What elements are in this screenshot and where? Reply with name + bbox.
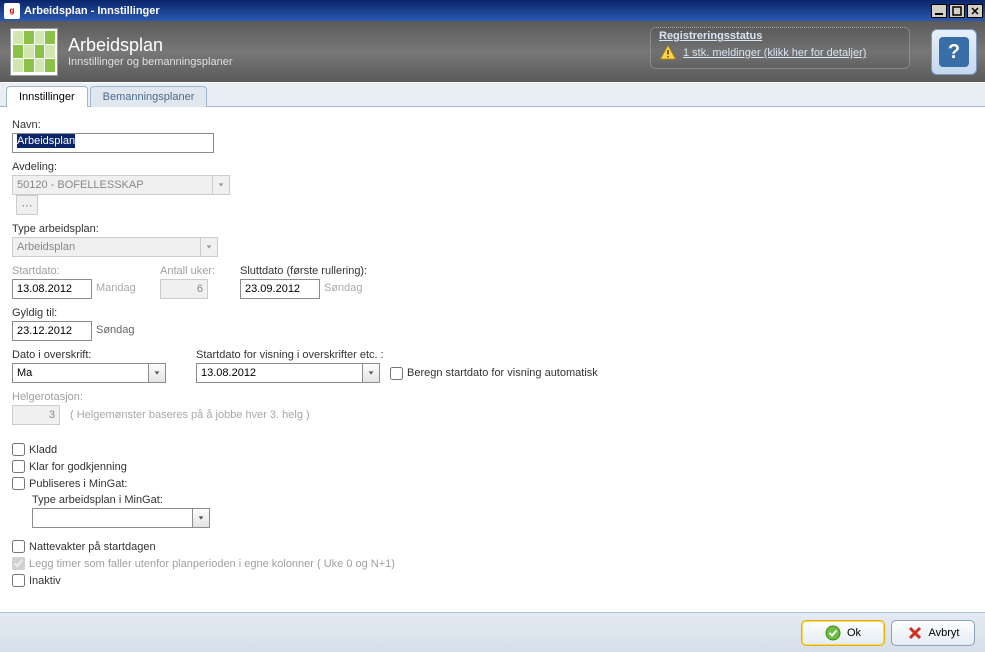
dato-overskrift-label: Dato i overskrift:: [12, 349, 166, 361]
header-banner: Arbeidsplan Innstillinger og bemanningsp…: [0, 21, 985, 82]
inaktiv-checkbox[interactable]: [12, 574, 25, 587]
klar-checkbox[interactable]: [12, 460, 25, 473]
tabs: Innstillinger Bemanningsplaner: [0, 83, 985, 107]
registration-status-link[interactable]: 1 stk. meldinger (klikk her for detaljer…: [683, 47, 866, 59]
sluttdato-label: Sluttdato (første rullering):: [240, 265, 367, 277]
ok-label: Ok: [847, 627, 861, 639]
legg-timer-checkbox: [12, 557, 25, 570]
helgerotasjon-label: Helgerotasjon:: [12, 391, 973, 403]
kladd-label: Kladd: [29, 444, 57, 456]
registration-status-title: Registreringsstatus: [659, 30, 901, 42]
title-bar: g Arbeidsplan - Innstillinger: [0, 0, 985, 21]
antall-uker-label: Antall uker:: [160, 265, 222, 277]
registration-status-panel: Registreringsstatus 1 stk. meldinger (kl…: [650, 27, 910, 69]
ok-icon: [825, 625, 841, 641]
klar-label: Klar for godkjenning: [29, 461, 127, 473]
type-arbeidsplan-label: Type arbeidsplan:: [12, 223, 973, 235]
helgerotasjon-input: [12, 405, 60, 425]
startdato-day: Mandag: [96, 282, 136, 296]
warning-icon: [659, 44, 677, 62]
dialog-footer: Ok Avbryt: [0, 612, 985, 652]
navn-label: Navn:: [12, 119, 973, 131]
helgerotasjon-hint: ( Helgemønster baseres på å jobbe hver 3…: [70, 409, 310, 421]
type-mingat-select[interactable]: [32, 508, 192, 528]
nattevakter-label: Nattevakter på startdagen: [29, 541, 156, 553]
sluttdato-day: Søndag: [324, 282, 363, 296]
legg-timer-label: Legg timer som faller utenfor planperiod…: [29, 558, 395, 570]
tab-bemanningsplaner[interactable]: Bemanningsplaner: [90, 86, 208, 107]
avdeling-browse-button: ⋯: [16, 195, 38, 215]
dato-overskrift-dropdown-icon[interactable]: [148, 363, 166, 383]
avdeling-dropdown-icon: [212, 175, 230, 195]
startdato-input[interactable]: [12, 279, 92, 299]
avdeling-label: Avdeling:: [12, 161, 973, 173]
startdato-visning-label: Startdato for visning i overskrifter etc…: [196, 349, 598, 361]
startdato-visning-dropdown-icon[interactable]: [362, 363, 380, 383]
maximize-button[interactable]: [949, 4, 965, 18]
dato-overskrift-select[interactable]: [12, 363, 148, 383]
window-title: Arbeidsplan - Innstillinger: [24, 5, 160, 17]
avdeling-select: [12, 175, 212, 195]
nattevakter-checkbox[interactable]: [12, 540, 25, 553]
gyldig-label: Gyldig til:: [12, 307, 973, 319]
antall-uker-input: [160, 279, 208, 299]
sluttdato-input[interactable]: [240, 279, 320, 299]
minimize-button[interactable]: [931, 4, 947, 18]
gyldig-input[interactable]: [12, 321, 92, 341]
startdato-visning-select[interactable]: [196, 363, 362, 383]
close-button[interactable]: [967, 4, 983, 18]
ok-button[interactable]: Ok: [801, 620, 885, 646]
type-mingat-dropdown-icon[interactable]: [192, 508, 210, 528]
startdato-label: Startdato:: [12, 265, 142, 277]
settings-form: Navn: Arbeidsplan Avdeling: ⋯ Type arbei…: [0, 107, 985, 603]
module-icon: [10, 28, 58, 76]
publiseres-label: Publiseres i MinGat:: [29, 478, 127, 490]
page-title: Arbeidsplan: [68, 35, 233, 56]
tab-innstillinger[interactable]: Innstillinger: [6, 86, 88, 107]
kladd-checkbox[interactable]: [12, 443, 25, 456]
publiseres-checkbox[interactable]: [12, 477, 25, 490]
beregn-checkbox[interactable]: [390, 367, 403, 380]
gyldig-day: Søndag: [96, 324, 135, 338]
avbryt-button[interactable]: Avbryt: [891, 620, 975, 646]
beregn-label: Beregn startdato for visning automatisk: [407, 367, 598, 379]
avbryt-label: Avbryt: [929, 627, 960, 639]
help-button[interactable]: ?: [931, 29, 977, 75]
type-arbeidsplan-dropdown-icon: [200, 237, 218, 257]
page-subtitle: Innstillinger og bemanningsplaner: [68, 56, 233, 68]
app-icon: g: [4, 3, 20, 19]
help-icon: ?: [939, 37, 969, 67]
type-arbeidsplan-select: [12, 237, 200, 257]
cancel-icon: [907, 625, 923, 641]
inaktiv-label: Inaktiv: [29, 575, 61, 587]
navn-input[interactable]: Arbeidsplan: [12, 133, 214, 153]
type-mingat-label: Type arbeidsplan i MinGat:: [32, 494, 973, 506]
